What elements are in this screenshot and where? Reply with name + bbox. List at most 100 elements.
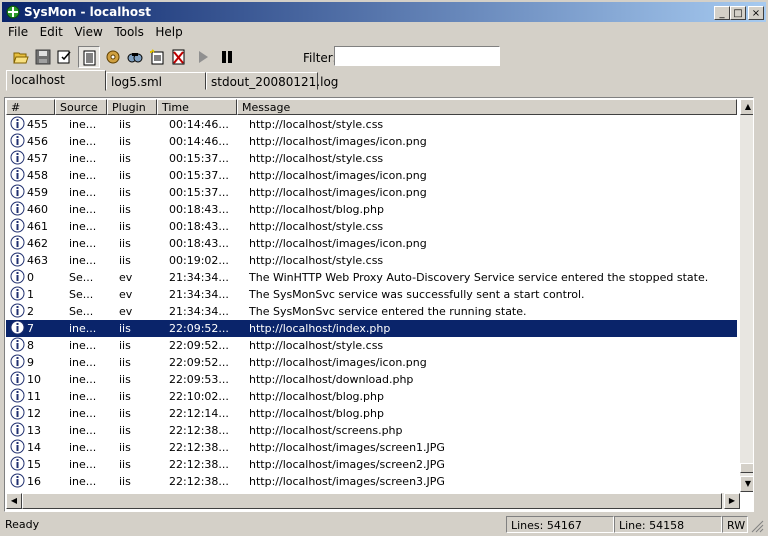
- play-icon: [199, 51, 208, 63]
- row-id: 7: [27, 322, 34, 335]
- find-icon: [127, 53, 143, 63]
- new-doc-button[interactable]: [146, 46, 168, 68]
- info-icon: [10, 150, 25, 165]
- row-source: ine...: [69, 441, 97, 454]
- title-bar[interactable]: SysMon - localhost _ □ ×: [2, 2, 766, 22]
- table-row[interactable]: 10 ine... iis 22:09:53... http://localhost/d…: [6, 371, 737, 388]
- table-row[interactable]: 455 ine... iis 00:14:46... http://localhost/…: [6, 116, 737, 133]
- settings-button[interactable]: [102, 46, 124, 68]
- row-id: 14: [27, 441, 41, 454]
- row-time: 22:09:52...: [169, 356, 229, 369]
- table-row[interactable]: 462 ine... iis 00:18:43... http://localhost/…: [6, 235, 737, 252]
- column-header-message[interactable]: Message: [237, 99, 737, 115]
- row-time: 00:18:43...: [169, 203, 229, 216]
- table-row[interactable]: 16 ine... iis 22:12:38... http://localhost/i…: [6, 473, 737, 490]
- edit-button[interactable]: [54, 46, 76, 68]
- menu-edit[interactable]: Edit: [36, 23, 67, 41]
- save-button[interactable]: [32, 46, 54, 68]
- table-row[interactable]: 458 ine... iis 00:15:37... http://localhost/…: [6, 167, 737, 184]
- filter-input[interactable]: [334, 46, 500, 66]
- row-time: 00:19:02...: [169, 254, 229, 267]
- table-row[interactable]: 9 ine... iis 22:09:52... http://localhost/im…: [6, 354, 737, 371]
- row-source: ine...: [69, 373, 97, 386]
- maximize-button[interactable]: □: [730, 6, 746, 20]
- find-button[interactable]: [124, 46, 146, 68]
- status-line: Line: 54158: [614, 516, 722, 533]
- row-time: 00:15:37...: [169, 152, 229, 165]
- row-source: ine...: [69, 203, 97, 216]
- row-plugin: iis: [119, 373, 131, 386]
- scroll-down-button[interactable]: ▼: [740, 476, 753, 492]
- scroll-up-button[interactable]: ▲: [740, 99, 753, 115]
- table-row[interactable]: 461 ine... iis 00:18:43... http://localhost/…: [6, 218, 737, 235]
- row-time: 22:12:38...: [169, 475, 229, 488]
- scroll-right-button[interactable]: ▶: [724, 493, 740, 509]
- horizontal-scroll-thumb[interactable]: [22, 493, 722, 509]
- row-message: http://localhost/blog.php: [249, 203, 384, 216]
- play-button[interactable]: [192, 46, 214, 68]
- tab-localhost[interactable]: localhost: [6, 70, 106, 91]
- row-time: 00:14:46...: [169, 135, 229, 148]
- row-source: ine...: [69, 135, 97, 148]
- table-row[interactable]: 457 ine... iis 00:15:37... http://localhost/…: [6, 150, 737, 167]
- row-time: 21:34:34...: [169, 271, 229, 284]
- row-source: ine...: [69, 220, 97, 233]
- toolbar: Filter:: [4, 44, 764, 70]
- table-row[interactable]: 2 Se... ev 21:34:34... The SysMonSvc service…: [6, 303, 737, 320]
- menu-file[interactable]: File: [4, 23, 32, 41]
- row-source: ine...: [69, 322, 97, 335]
- table-row[interactable]: 8 ine... iis 22:09:52... http://localhost/st…: [6, 337, 737, 354]
- settings-icon: [106, 50, 120, 64]
- table-row[interactable]: 0 Se... ev 21:34:34... The WinHTTP Web Proxy…: [6, 269, 737, 286]
- edit-icon: [57, 50, 71, 64]
- menu-view[interactable]: View: [70, 23, 106, 41]
- table-row[interactable]: 460 ine... iis 00:18:43... http://localhost/…: [6, 201, 737, 218]
- app-window: SysMon - localhost _ □ × File Edit View …: [0, 0, 768, 536]
- menu-tools[interactable]: Tools: [110, 23, 148, 41]
- row-time: 22:09:52...: [169, 322, 229, 335]
- table-row[interactable]: 459 ine... iis 00:15:37... http://localhost/…: [6, 184, 737, 201]
- column-header-source[interactable]: Source: [55, 99, 107, 115]
- log-list[interactable]: # Source Plugin Time Message 455 ine... ii…: [4, 97, 754, 512]
- table-row[interactable]: 15 ine... iis 22:12:38... http://localhost/i…: [6, 456, 737, 473]
- table-row[interactable]: 12 ine... iis 22:12:14... http://localhost/b…: [6, 405, 737, 422]
- column-header-time[interactable]: Time: [157, 99, 237, 115]
- open-button[interactable]: [10, 46, 32, 68]
- scroll-left-button[interactable]: ◀: [6, 493, 22, 509]
- row-time: 22:09:53...: [169, 373, 229, 386]
- horizontal-scrollbar[interactable]: ◀ ▶: [6, 493, 740, 509]
- row-message: http://localhost/style.css: [249, 152, 384, 165]
- vertical-scroll-thumb[interactable]: [740, 463, 753, 473]
- row-time: 00:15:37...: [169, 169, 229, 182]
- clear-button[interactable]: [168, 46, 190, 68]
- minimize-button[interactable]: _: [714, 6, 730, 20]
- table-row[interactable]: 456 ine... iis 00:14:46... http://localhost/…: [6, 133, 737, 150]
- table-row[interactable]: 1 Se... ev 21:34:34... The SysMonSvc service…: [6, 286, 737, 303]
- row-source: ine...: [69, 356, 97, 369]
- pause-button[interactable]: [216, 46, 238, 68]
- table-row[interactable]: 11 ine... iis 22:10:02... http://localhost/b…: [6, 388, 737, 405]
- column-header-id[interactable]: #: [6, 99, 55, 115]
- row-id: 455: [27, 118, 48, 131]
- vertical-scrollbar[interactable]: ▲ ▼: [740, 99, 753, 492]
- table-row[interactable]: 7 ine... iis 22:09:52... http://localhost/in…: [6, 320, 737, 337]
- size-grip-icon[interactable]: [750, 519, 764, 533]
- tab-log5[interactable]: log5.sml: [106, 72, 206, 90]
- table-row[interactable]: 463 ine... iis 00:19:02... http://localhost/…: [6, 252, 737, 269]
- clear-icon: [172, 49, 185, 65]
- row-id: 460: [27, 203, 48, 216]
- tab-strip: localhost log5.sml stdout_20080121.log: [4, 70, 764, 91]
- row-source: ine...: [69, 118, 97, 131]
- close-button[interactable]: ×: [748, 6, 764, 20]
- info-icon: [10, 235, 25, 250]
- table-row[interactable]: 14 ine... iis 22:12:38... http://localhost/i…: [6, 439, 737, 456]
- row-plugin: iis: [119, 424, 131, 437]
- menu-help[interactable]: Help: [151, 23, 186, 41]
- row-time: 22:12:38...: [169, 458, 229, 471]
- column-header-plugin[interactable]: Plugin: [107, 99, 157, 115]
- row-source: ine...: [69, 424, 97, 437]
- tab-stdout[interactable]: stdout_20080121.log: [206, 72, 338, 90]
- log-button[interactable]: [78, 46, 100, 68]
- table-row[interactable]: 13 ine... iis 22:12:38... http://localhost/s…: [6, 422, 737, 439]
- row-source: ine...: [69, 475, 97, 488]
